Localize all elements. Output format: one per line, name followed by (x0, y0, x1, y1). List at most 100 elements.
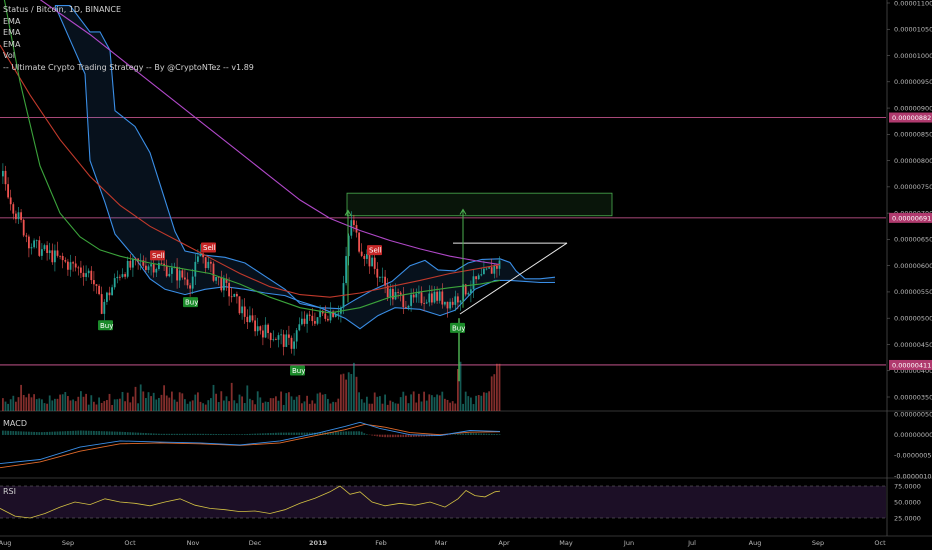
candle (392, 288, 394, 300)
macd-histogram-bar (189, 433, 191, 435)
volume-bar (220, 391, 223, 411)
macd-histogram-bar (293, 432, 295, 435)
macd-histogram-bar (168, 433, 171, 435)
macd-histogram-bar (334, 431, 337, 435)
macd-histogram-bar (186, 433, 189, 435)
macd-histogram-bar (67, 431, 69, 435)
sell-signal-label: Sell (152, 252, 165, 260)
candle (168, 273, 171, 277)
candle (334, 314, 337, 317)
candle (337, 313, 340, 315)
legend-ema-3[interactable]: EMA (3, 39, 254, 51)
macd-histogram-bar (269, 433, 272, 435)
macd-label: MACD (3, 419, 27, 428)
candle (327, 318, 329, 321)
volume-bar (420, 401, 423, 411)
macd-histogram-bar (280, 432, 282, 435)
candle (12, 204, 15, 214)
price-tick-label: 0.00001100 (894, 0, 932, 7)
legend-volume[interactable]: Vol (3, 50, 254, 62)
volume-bar (25, 397, 28, 411)
candle (303, 318, 306, 324)
macd-histogram-bar (59, 431, 61, 435)
time-tick-label: Aug (749, 539, 762, 547)
price-tick-label: 0.00000800 (894, 157, 932, 165)
price-chart[interactable]: BuySellBuySellBuySellBuy 0.000011000.000… (0, 0, 932, 550)
volume-bar (376, 396, 379, 411)
candle (490, 267, 493, 274)
macd-histogram-bar (116, 431, 119, 435)
volume-bar (171, 391, 173, 411)
macd-histogram-bar (363, 433, 366, 435)
volume-bar (319, 392, 321, 411)
macd-histogram-bar (355, 431, 358, 435)
volume-bar (173, 399, 176, 411)
macd-histogram-bar (126, 432, 129, 435)
volume-bar (423, 391, 425, 411)
legend-ema-2[interactable]: EMA (3, 27, 254, 39)
macd-histogram-bar (249, 433, 251, 435)
candle (350, 220, 353, 236)
macd-histogram-bar (259, 433, 262, 435)
volume-bar (51, 400, 54, 411)
candle (51, 250, 54, 263)
macd-histogram-bar (230, 434, 233, 435)
volume-bar (329, 403, 332, 411)
legend-strategy[interactable]: -- Ultimate Crypto Trading Strategy -- B… (3, 62, 254, 74)
candle (25, 235, 28, 237)
candle (121, 274, 124, 277)
time-axis[interactable]: Aug Sep Oct Nov Dec 2019 Feb Mar Apr May Jun Jul Aug… (0, 539, 886, 547)
candle (212, 263, 215, 281)
volume-bar (38, 398, 41, 411)
volume-bar (347, 372, 350, 411)
candle (444, 301, 446, 305)
candle (124, 274, 126, 277)
volume-bar (306, 395, 308, 411)
price-axis[interactable]: 0.00001100 0.00001050 0.00001000 0.00000950… (886, 0, 932, 536)
legend-ema-1[interactable]: EMA (3, 16, 254, 28)
price-tick-label: 0.00000750 (894, 183, 932, 191)
volume-bar (340, 374, 342, 411)
candle (194, 261, 197, 277)
volume-bar (285, 393, 288, 411)
buy-signal-label: Buy (185, 299, 198, 307)
candle (371, 257, 373, 267)
price-tick-label: 0.00000550 (894, 288, 932, 296)
macd-tick-label: -0.00000050 (894, 452, 932, 460)
candle (285, 334, 288, 347)
volume-bar (379, 396, 381, 411)
candle (67, 261, 69, 270)
volume-bar (217, 402, 220, 411)
macd-histogram-bar (337, 431, 340, 435)
volume-bar (334, 402, 337, 411)
candle (228, 282, 230, 297)
candle (256, 326, 259, 332)
chart-legend: Status / Bitcoin, 1D, BINANCE EMA EMA EM… (3, 4, 254, 73)
price-tick-label: 0.00000900 (894, 104, 932, 112)
macd-histogram-bar (93, 430, 95, 435)
volume-bar (197, 392, 199, 411)
macd-histogram-bar (124, 431, 126, 435)
candle (220, 277, 223, 291)
macd-histogram-bar (199, 433, 202, 435)
macd-histogram-bar (207, 433, 210, 435)
volume-bar (163, 385, 165, 411)
macd-histogram-bar (475, 433, 477, 435)
macd-histogram-bar (236, 434, 238, 435)
macd-histogram-bar (178, 433, 181, 435)
candle (485, 268, 488, 270)
candle (38, 240, 41, 256)
macd-histogram-bar (90, 430, 93, 435)
volume-bar (410, 394, 412, 411)
rsi-panel[interactable] (0, 485, 886, 519)
volume-bar (371, 403, 373, 411)
candle (433, 291, 436, 303)
macd-histogram-bar (472, 433, 475, 435)
macd-histogram-bar (20, 431, 22, 435)
candle (129, 260, 132, 268)
time-tick-label: Apr (498, 539, 510, 547)
volume-bar (158, 397, 160, 411)
macd-histogram-bar (77, 430, 80, 435)
candle (20, 212, 22, 220)
candle (368, 254, 371, 267)
